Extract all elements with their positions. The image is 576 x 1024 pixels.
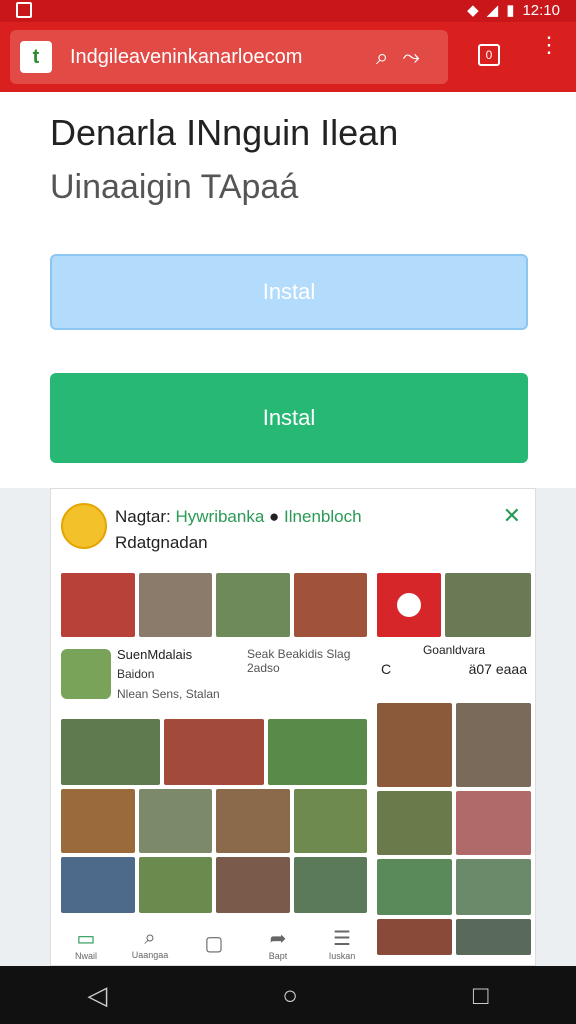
post-meta: Seak Beakidis Slag 2adso — [247, 647, 351, 675]
photo-tile[interactable] — [456, 919, 531, 955]
photo-tile[interactable] — [216, 573, 290, 637]
photo-tile[interactable] — [138, 573, 212, 637]
post-summary[interactable]: SuenMdalais Seak Beakidis Slag 2adso Bai… — [61, 641, 367, 703]
post-line: Baidon — [117, 667, 155, 681]
photo-tile[interactable] — [377, 919, 452, 955]
photo-tile[interactable] — [377, 859, 452, 915]
share-icon: ➦ — [269, 927, 287, 950]
tabs-button[interactable]: 0 — [478, 44, 500, 66]
page-title: Denarla INnguin Ilean — [50, 112, 399, 153]
photo-tile[interactable] — [164, 719, 264, 785]
photo-tile[interactable] — [61, 573, 135, 637]
search-icon: ⌕ — [144, 926, 156, 949]
nav-menu[interactable]: ☰ Iuskan — [317, 926, 367, 961]
install-button-light[interactable]: Instal — [50, 254, 528, 330]
overflow-menu-icon[interactable]: ⋮ — [538, 34, 560, 56]
app-bottom-nav: ▭ Nwail ⌕ Uaangaa ▢ ➦ Bapt ☰ Iuskan — [61, 919, 367, 967]
photo-tile[interactable] — [61, 857, 135, 913]
photo-tile[interactable] — [138, 789, 212, 853]
card-header: Nagtar: Hywribanka ● Ilnenbloch Rdatgnad… — [61, 503, 527, 563]
photo-tile[interactable] — [377, 703, 452, 787]
card-subtitle: Rdatgnadan — [115, 533, 208, 552]
image-notification-icon — [16, 2, 32, 18]
recents-icon[interactable]: □ — [473, 980, 489, 1011]
photo-tile[interactable] — [61, 789, 135, 853]
page-content: Denarla INnguin Ilean Uinaaigin TApaá In… — [0, 92, 576, 488]
photo-tile[interactable] — [456, 859, 531, 915]
photo-tile[interactable] — [138, 857, 212, 913]
favicon-icon: t — [20, 41, 52, 73]
install-button-green[interactable]: Instal — [50, 373, 528, 463]
status-bar: ◆ ◢ ▮ 12:10 — [0, 0, 576, 22]
card-title: Nagtar: Hywribanka ● Ilnenbloch — [115, 507, 362, 526]
close-icon[interactable]: ✕ — [503, 503, 521, 529]
post-line: Nlean Sens, Stalan — [117, 687, 220, 701]
photo-tile[interactable] — [216, 789, 290, 853]
status-icons: ◆ ◢ ▮ 12:10 — [467, 1, 560, 20]
photo-tile[interactable] — [267, 719, 367, 785]
search-icon[interactable]: ⌕ — [376, 44, 388, 70]
photo-tile[interactable] — [377, 791, 452, 855]
refresh-icon[interactable]: C — [381, 661, 391, 677]
photo-grid — [61, 719, 367, 917]
app-preview-card: Nagtar: Hywribanka ● Ilnenbloch Rdatgnad… — [50, 488, 536, 966]
address-bar[interactable]: t Indgileaveninkanarloecom ⌕ ⤳ — [10, 30, 448, 84]
photo-tile[interactable] — [456, 703, 531, 787]
photo-tile[interactable] — [61, 719, 161, 785]
side-panel: Goanldvara C ä07 eaaa — [377, 573, 531, 677]
side-actions: C ä07 eaaa — [377, 661, 531, 677]
clock: 12:10 — [522, 1, 560, 19]
avatar — [61, 503, 107, 549]
photo-tile[interactable] — [216, 857, 290, 913]
side-title: Goanldvara — [422, 643, 486, 657]
app-preview-area: Nagtar: Hywribanka ● Ilnenbloch Rdatgnad… — [0, 488, 576, 966]
post-title: SuenMdalais — [117, 647, 193, 662]
nav-search[interactable]: ⌕ Uaangaa — [125, 927, 175, 960]
menu-icon: ☰ — [333, 927, 351, 950]
back-icon[interactable]: ◁ — [87, 980, 107, 1011]
share-icon[interactable]: ⤳ — [402, 44, 420, 70]
nav-pages[interactable]: ▢ — [189, 931, 239, 956]
page-subtitle: Uinaaigin TApaá — [50, 168, 299, 206]
signal-icon: ◢ — [486, 2, 499, 19]
photo-tile[interactable] — [456, 791, 531, 855]
app-logo — [377, 573, 441, 637]
post-thumbnail — [61, 649, 111, 699]
home-icon[interactable]: ○ — [282, 980, 298, 1011]
emoji-icon: ● — [269, 507, 280, 526]
photo-tile[interactable] — [445, 573, 531, 637]
nav-home[interactable]: ▭ Nwail — [61, 926, 111, 961]
side-photo-grid — [377, 703, 531, 959]
side-meta: ä07 eaaa — [468, 661, 527, 677]
photo-tile[interactable] — [293, 789, 367, 853]
home-icon: ▭ — [76, 927, 96, 950]
url-text: Indgileaveninkanarloecom — [70, 45, 303, 68]
battery-icon: ▮ — [506, 2, 515, 19]
nav-share[interactable]: ➦ Bapt — [253, 926, 303, 961]
photo-tile[interactable] — [293, 857, 367, 913]
browser-toolbar: t Indgileaveninkanarloecom ⌕ ⤳ 0 ⋮ — [0, 22, 576, 92]
photo-tile[interactable] — [293, 573, 367, 637]
book-icon: ▢ — [204, 932, 224, 955]
photo-grid-top — [61, 573, 367, 641]
wifi-icon: ◆ — [467, 2, 479, 19]
system-nav-bar: ◁ ○ □ — [0, 966, 576, 1024]
